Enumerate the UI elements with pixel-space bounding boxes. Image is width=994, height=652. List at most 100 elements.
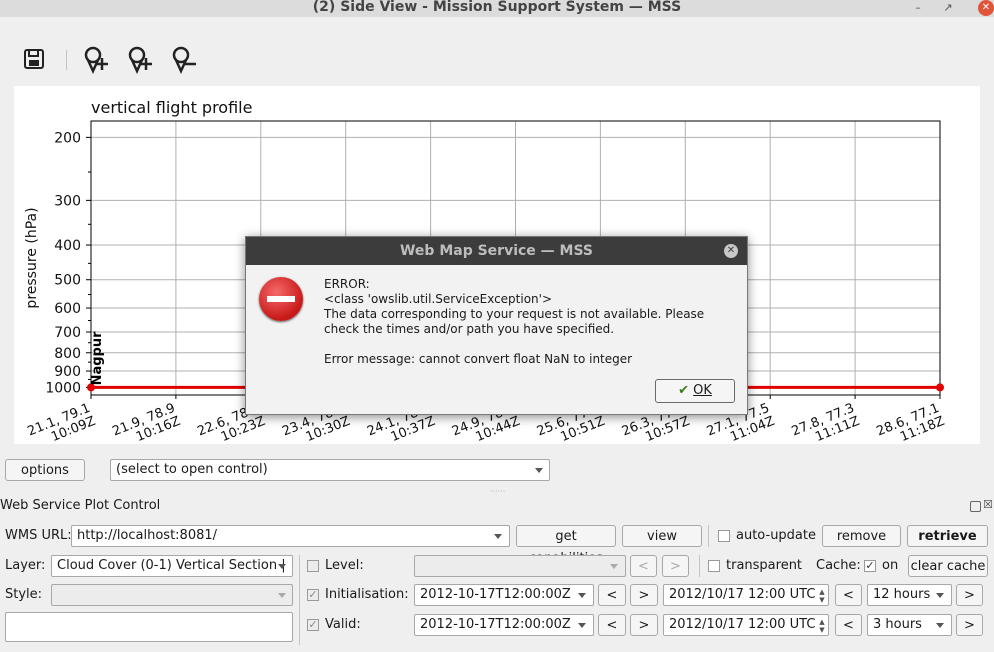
init-step-forward-button[interactable]: > — [956, 584, 983, 606]
dialog-title: Web Map Service — MSS — [246, 237, 747, 265]
clear-cache-button[interactable]: clear cache — [908, 555, 988, 577]
valid-label: Valid: — [325, 617, 361, 632]
separator — [708, 525, 709, 547]
layer-abstract-textbox[interactable] — [5, 612, 293, 642]
valid-checkbox[interactable]: ✓ — [307, 619, 319, 631]
init-next-button[interactable]: > — [630, 584, 658, 606]
initialisation-checkbox[interactable]: ✓ — [307, 589, 319, 601]
delete-waypoint-icon[interactable] — [170, 44, 200, 75]
cache-label: Cache: — [816, 558, 861, 573]
wms-url-value: http://localhost:8081/ — [77, 528, 218, 543]
minimize-icon[interactable]: – — [910, 0, 926, 16]
layer-label: Layer: — [5, 558, 46, 573]
valid-datetime-value: 2012/10/17 12:00 UTC — [669, 617, 816, 632]
y-tick-label: 900 — [54, 364, 81, 380]
init-datetime-value: 2012/10/17 12:00 UTC — [669, 587, 816, 602]
close-panel-icon[interactable]: ☒ — [983, 498, 993, 511]
move-waypoint-icon[interactable] — [126, 44, 156, 75]
chart-title: vertical flight profile — [91, 98, 252, 117]
splitter-handle[interactable]: ······ — [490, 481, 505, 503]
x-tick-label: 21.9, 78.910:16Z — [110, 401, 182, 444]
y-tick-label: 200 — [54, 130, 81, 146]
plot-control-select[interactable]: (select to open control) — [110, 459, 550, 481]
initialisation-select-value: 2012-10-17T12:00:00Z — [420, 587, 571, 602]
level-prev-button[interactable]: < — [630, 555, 657, 577]
valid-next-button[interactable]: > — [630, 614, 658, 636]
chevron-down-icon — [494, 534, 502, 539]
remove-button[interactable]: remove — [822, 525, 901, 547]
init-prev-button[interactable]: < — [598, 584, 626, 606]
close-icon[interactable]: ✕ — [724, 244, 738, 258]
cache-on-checkbox[interactable]: ✓ — [864, 560, 876, 572]
y-tick-label: 800 — [54, 346, 81, 362]
save-icon[interactable] — [20, 44, 50, 74]
initialisation-select[interactable]: 2012-10-17T12:00:00Z — [414, 584, 594, 606]
waypoint-label: Nagpur — [90, 331, 105, 386]
valid-prev-button[interactable]: < — [598, 614, 626, 636]
plot-control-select-value: (select to open control) — [116, 462, 268, 477]
x-tick-label: 21.1, 79.110:09Z — [26, 401, 98, 444]
valid-step-value: 3 hours — [873, 617, 922, 632]
layer-select-value: Cloud Cover (0-1) Vertical Section | — [57, 558, 286, 573]
chevron-down-icon — [610, 564, 618, 569]
ok-label: OK — [693, 383, 712, 398]
check-icon: ✔ — [678, 383, 689, 398]
toolbar-separator — [66, 50, 67, 70]
chevron-down-icon — [578, 593, 586, 598]
level-checkbox[interactable] — [307, 560, 319, 572]
x-tick-label: 28.6, 77.111:18Z — [875, 401, 947, 444]
separator — [699, 555, 700, 577]
dialog-message: ERROR: <class 'owslib.util.ServiceExcept… — [324, 277, 705, 366]
auto-update-checkbox[interactable] — [718, 530, 730, 542]
error-icon — [259, 277, 303, 321]
valid-step-forward-button[interactable]: > — [956, 614, 983, 636]
restore-icon[interactable]: ↗ — [940, 0, 956, 16]
view-button[interactable]: view — [622, 525, 702, 547]
retrieve-button[interactable]: retrieve — [907, 525, 988, 547]
valid-select-value: 2012-10-17T12:00:00Z — [420, 617, 571, 632]
x-tick-label: 27.8, 77.311:11Z — [790, 401, 862, 444]
chevron-down-icon — [936, 593, 944, 598]
layer-select[interactable]: Cloud Cover (0-1) Vertical Section | — [51, 555, 293, 577]
y-tick-label: 400 — [54, 238, 81, 254]
error-dialog: Web Map Service — MSS ✕ ERROR: <class 'o… — [245, 236, 748, 415]
chevron-down-icon — [578, 623, 586, 628]
chevron-down-icon — [278, 593, 286, 598]
add-waypoint-icon[interactable] — [82, 44, 112, 75]
y-tick-label: 500 — [54, 273, 81, 289]
init-step-back-button[interactable]: < — [835, 584, 862, 606]
valid-datetime-input[interactable]: 2012/10/17 12:00 UTC — [663, 614, 829, 636]
transparent-label: transparent — [726, 558, 803, 573]
y-tick-label: 1000 — [45, 380, 81, 396]
chevron-down-icon — [936, 623, 944, 628]
init-step-value: 12 hours — [873, 587, 931, 602]
y-tick-label: 700 — [54, 325, 81, 341]
ok-button[interactable]: ✔ OK — [655, 379, 735, 403]
wms-url-input[interactable]: http://localhost:8081/ — [71, 525, 510, 547]
y-tick-label: 600 — [54, 301, 81, 317]
spinner-icon[interactable]: ▲ ▼ — [817, 618, 827, 634]
options-button[interactable]: options — [5, 459, 85, 481]
auto-update-label: auto-update — [736, 528, 816, 543]
level-label: Level: — [325, 558, 364, 573]
y-axis-label: pressure (hPa) — [24, 207, 40, 308]
transparent-checkbox[interactable] — [708, 560, 720, 572]
window-title: (2) Side View - Mission Support System —… — [312, 0, 682, 15]
get-capabilities-button[interactable]: get capabilities — [516, 525, 616, 566]
init-datetime-input[interactable]: 2012/10/17 12:00 UTC — [663, 584, 829, 606]
level-next-button[interactable]: > — [662, 555, 689, 577]
chevron-down-icon — [278, 564, 286, 569]
valid-select[interactable]: 2012-10-17T12:00:00Z — [414, 614, 594, 636]
initialisation-label: Initialisation: — [325, 587, 409, 602]
valid-step-back-button[interactable]: < — [835, 614, 862, 636]
wms-panel-title: Web Service Plot Control — [0, 498, 161, 513]
waypoint-marker — [936, 383, 944, 392]
chevron-down-icon — [535, 468, 543, 473]
float-panel-icon[interactable] — [970, 501, 981, 512]
style-label: Style: — [5, 587, 43, 602]
wms-url-label: WMS URL: — [5, 528, 72, 543]
close-window-icon[interactable]: ✕ — [978, 0, 994, 16]
spinner-icon[interactable]: ▲ ▼ — [817, 588, 827, 604]
style-select[interactable] — [51, 584, 293, 606]
level-select[interactable] — [414, 555, 626, 577]
